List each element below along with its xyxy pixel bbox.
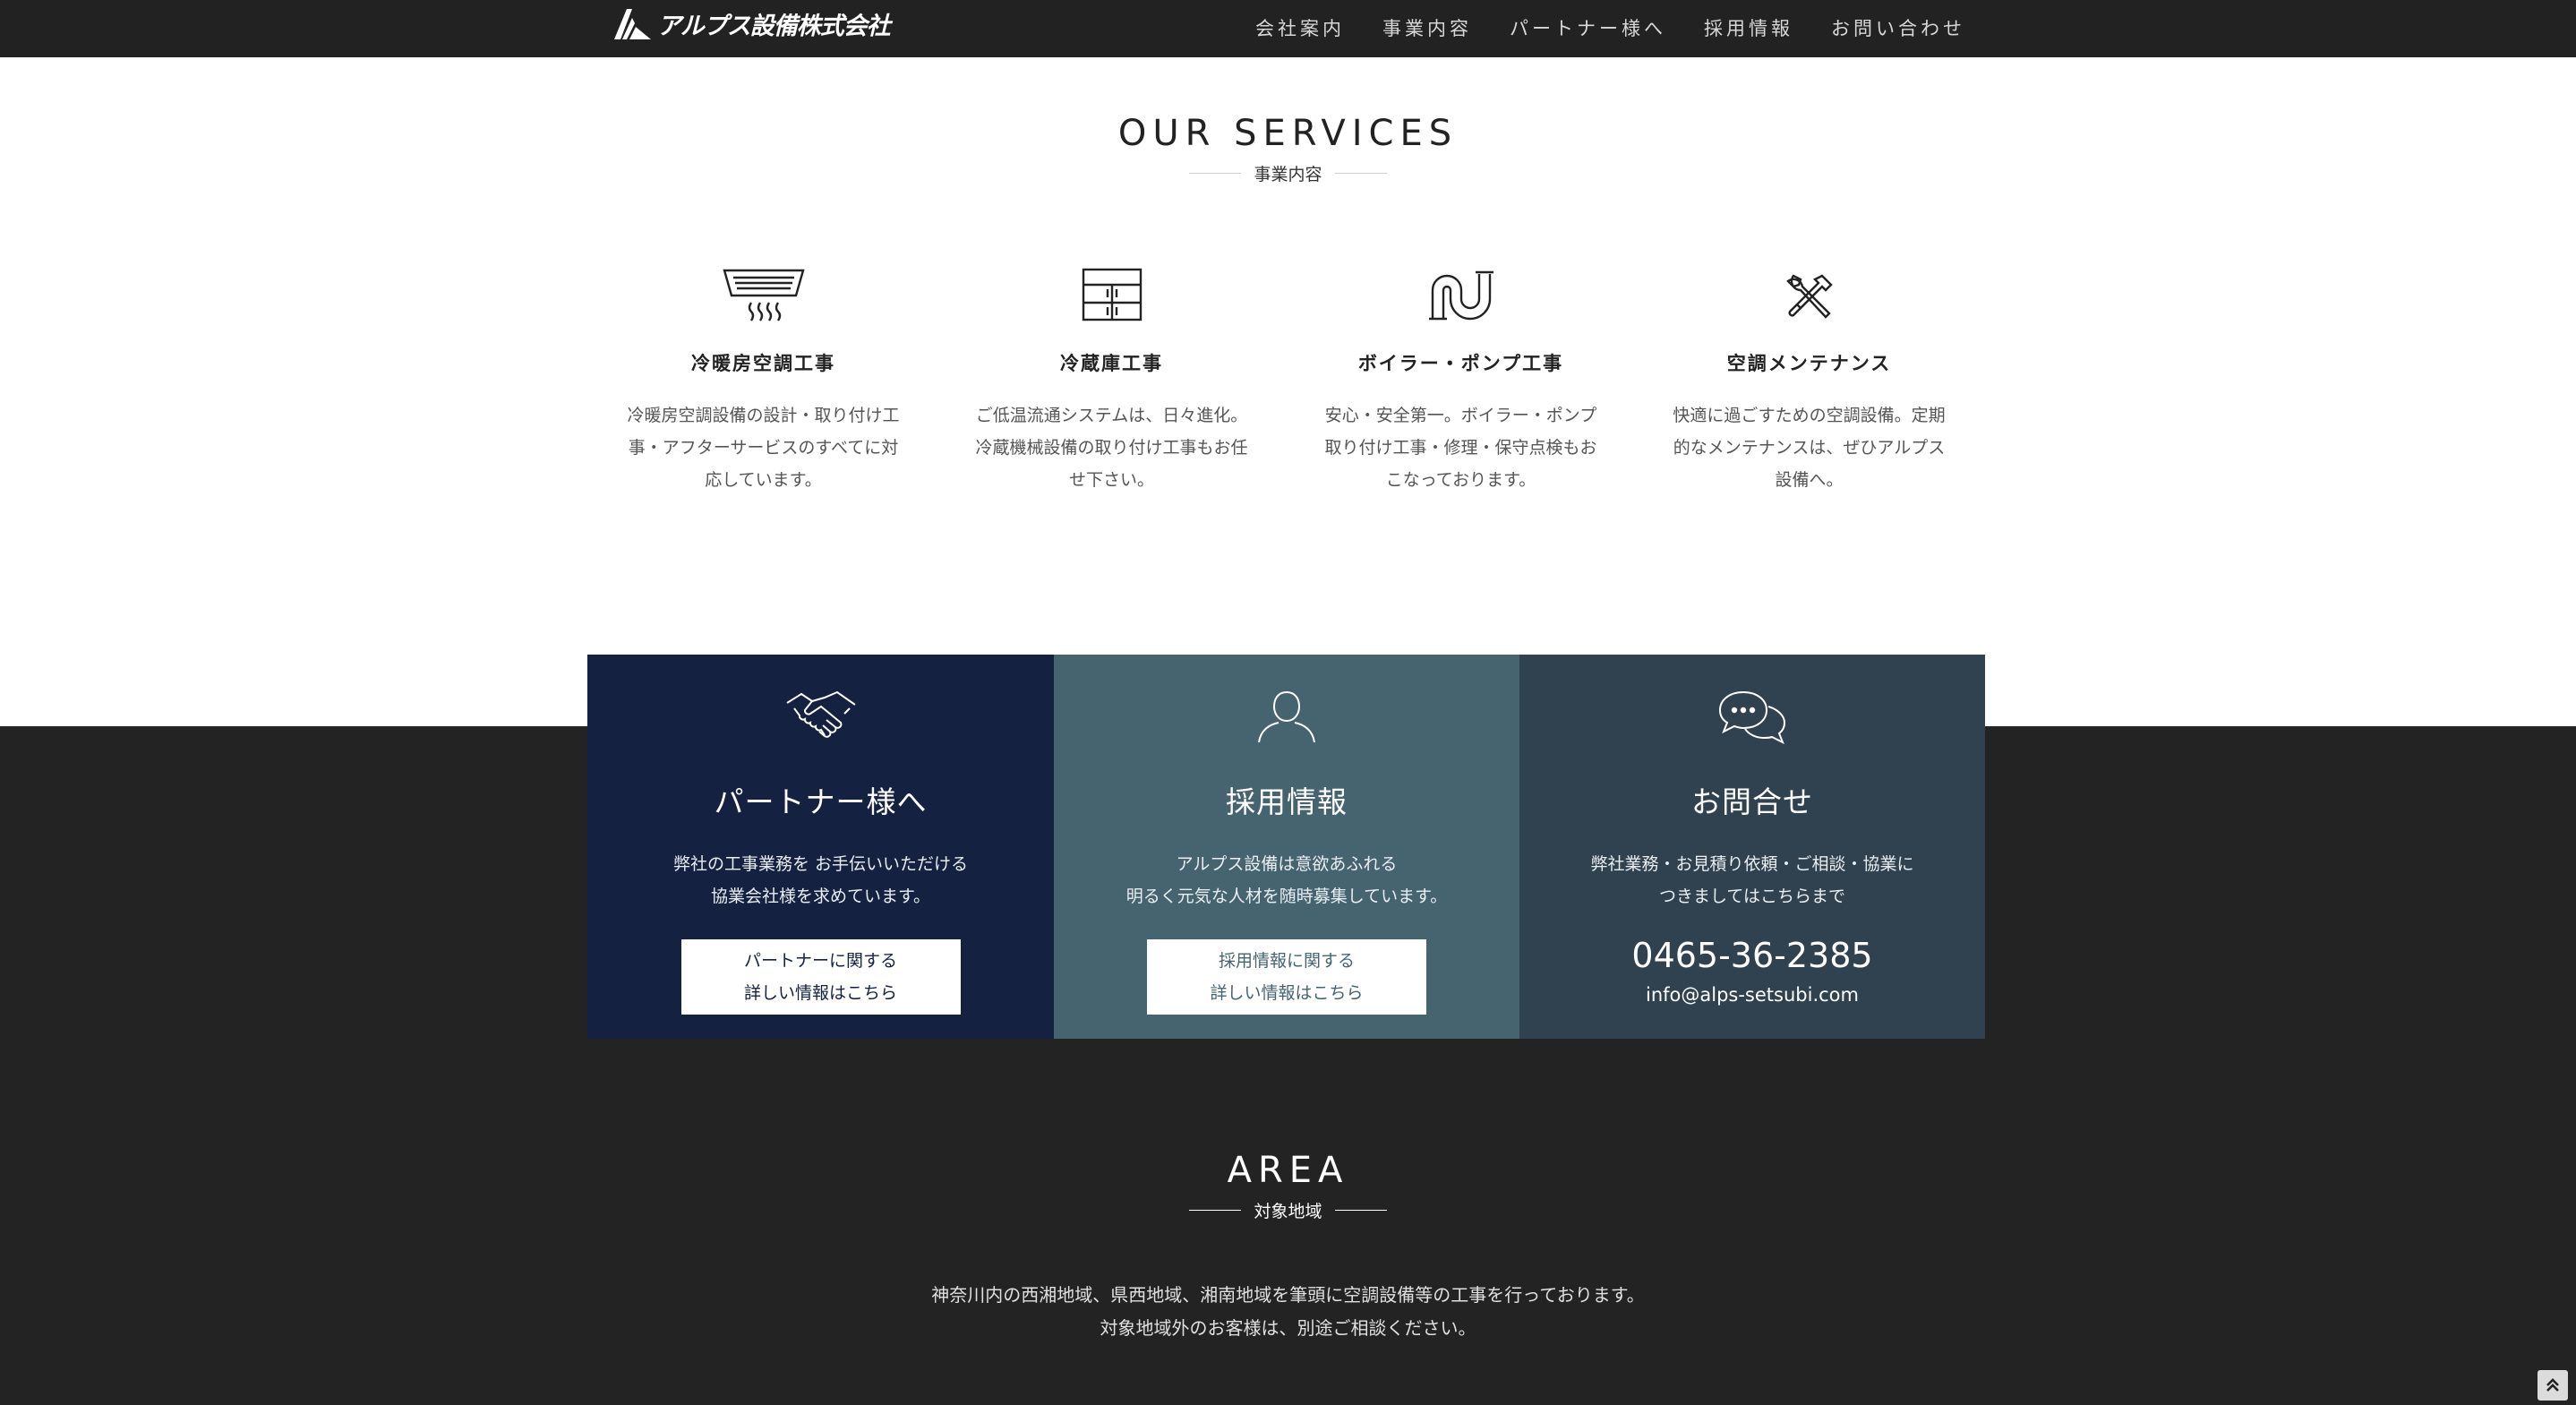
back-to-top-button[interactable] — [2537, 1370, 2568, 1401]
partner-description: 弊社の工事業務を お手伝いいただける 協業会社様を求めています。 — [587, 848, 1054, 912]
refrigerator-icon — [957, 265, 1266, 322]
handshake-icon — [587, 689, 1054, 748]
service-title: 空調メンテナンス — [1726, 353, 1892, 374]
contact-desc-line: 弊社業務・お見積り依頼・ご相談・協業に — [1590, 854, 1914, 874]
services-heading-en: OUR SERVICES — [1117, 113, 1459, 154]
nav-item-recruit[interactable]: 採用情報 — [1704, 14, 1793, 41]
contact-desc-line: つきましてはこちらまで — [1658, 887, 1846, 906]
contact-phone[interactable]: 0465-36-2385 — [1519, 936, 1985, 975]
partner-desc-line: 協業会社様を求めています。 — [710, 887, 931, 906]
button-label-line: パートナーに関する — [743, 951, 897, 971]
contact-description: 弊社業務・お見積り依頼・ご相談・協業に つきましてはこちらまで — [1519, 848, 1985, 912]
area-heading-en: AREA — [1227, 1150, 1349, 1191]
nav-item-partners[interactable]: パートナー様へ — [1510, 14, 1666, 41]
divider — [1334, 173, 1387, 174]
area-description: 神奈川内の西湘地域、県西地域、湘南地域を筆頭に空調設備等の工事を行っております。… — [0, 1279, 2576, 1345]
logo-text: アルプス設備株式会社 — [657, 12, 891, 40]
person-icon — [1054, 689, 1519, 748]
partner-panel: パートナー様へ 弊社の工事業務を お手伝いいただける 協業会社様を求めています。… — [587, 655, 1054, 1039]
button-label-line: 採用情報に関する — [1218, 951, 1355, 971]
pipe-icon — [1306, 265, 1615, 322]
partner-desc-line: 弊社の工事業務を お手伝いいただける — [672, 854, 969, 874]
partner-details-button[interactable]: パートナーに関する 詳しい情報はこちら — [680, 939, 961, 1015]
service-description: 快適に過ごすための空調設備。定期的なメンテナンスは、ぜひアルプス設備へ。 — [1673, 406, 1946, 490]
recruit-desc-line: アルプス設備は意欲あふれる — [1176, 854, 1398, 874]
service-description: 冷暖房空調設備の設計・取り付け工事・アフターサービスのすべてに対応しています。 — [627, 406, 900, 490]
area-heading: AREA 対象地域 — [0, 1150, 2576, 1222]
service-item-aircon: 冷暖房空調工事 冷暖房空調設備の設計・取り付け工事・アフターサービスのすべてに対… — [609, 265, 918, 496]
recruit-details-button[interactable]: 採用情報に関する 詳しい情報はこちら — [1147, 939, 1426, 1015]
double-chevron-up-icon — [2546, 1378, 2559, 1392]
site-header: アルプス設備株式会社 会社案内 事業内容 パートナー様へ 採用情報 お問い合わせ — [0, 0, 2576, 57]
chat-bubbles-icon — [1519, 689, 1985, 748]
nav-item-company[interactable]: 会社案内 — [1255, 14, 1345, 41]
services-heading: OUR SERVICES 事業内容 — [0, 113, 2576, 185]
divider — [1189, 173, 1242, 174]
services-heading-jp: 事業内容 — [1254, 165, 1322, 184]
service-title: 冷蔵庫工事 — [1060, 353, 1163, 374]
divider — [1334, 1210, 1387, 1211]
logo[interactable]: アルプス設備株式会社 — [612, 4, 891, 42]
area-desc-line: 神奈川内の西湘地域、県西地域、湘南地域を筆頭に空調設備等の工事を行っております。 — [931, 1284, 1645, 1306]
button-label-line: 詳しい情報はこちら — [743, 983, 897, 1003]
service-description: ご低温流通システムは、日々進化。冷蔵機械設備の取り付け工事もお任せ下さい。 — [975, 406, 1248, 490]
contact-title: お問合せ — [1691, 784, 1813, 819]
partner-title: パートナー様へ — [714, 784, 928, 819]
recruit-panel: 採用情報 アルプス設備は意欲あふれる 明るく元気な人材を随時募集しています。 採… — [1054, 655, 1519, 1039]
area-heading-sub: 対象地域 — [0, 1198, 2576, 1222]
service-description: 安心・安全第一。ボイラー・ポンプ取り付け工事・修理・保守点検もおこなっております… — [1324, 406, 1597, 490]
air-conditioner-icon — [609, 265, 918, 322]
recruit-title: 採用情報 — [1226, 784, 1348, 819]
services-heading-sub: 事業内容 — [0, 161, 2576, 185]
service-item-maintenance: 空調メンテナンス 快適に過ごすための空調設備。定期的なメンテナンスは、ぜひアルプ… — [1655, 265, 1964, 496]
nav-item-contact[interactable]: お問い合わせ — [1831, 14, 1965, 41]
contact-email[interactable]: info@alps-setsubi.com — [1519, 984, 1985, 1006]
nav-item-services[interactable]: 事業内容 — [1382, 14, 1472, 41]
contact-panel: お問合せ 弊社業務・お見積り依頼・ご相談・協業に つきましてはこちらまで 046… — [1519, 655, 1985, 1039]
button-label-line: 詳しい情報はこちら — [1210, 983, 1364, 1003]
area-heading-jp: 対象地域 — [1254, 1202, 1322, 1221]
divider — [1189, 1210, 1242, 1211]
tools-icon — [1655, 265, 1964, 322]
service-item-refrigerator: 冷蔵庫工事 ご低温流通システムは、日々進化。冷蔵機械設備の取り付け工事もお任せ下… — [957, 265, 1266, 496]
service-title: 冷暖房空調工事 — [691, 353, 835, 374]
mountain-logo-icon — [614, 9, 651, 39]
service-item-boiler-pump: ボイラー・ポンプ工事 安心・安全第一。ボイラー・ポンプ取り付け工事・修理・保守点… — [1306, 265, 1615, 496]
recruit-desc-line: 明るく元気な人材を随時募集しています。 — [1125, 887, 1448, 906]
area-desc-line: 対象地域外のお客様は、別途ご相談ください。 — [1100, 1317, 1476, 1339]
service-title: ボイラー・ポンプ工事 — [1357, 353, 1564, 374]
recruit-description: アルプス設備は意欲あふれる 明るく元気な人材を随時募集しています。 — [1054, 848, 1519, 912]
main-nav: 会社案内 事業内容 パートナー様へ 採用情報 お問い合わせ — [1255, 0, 1965, 56]
